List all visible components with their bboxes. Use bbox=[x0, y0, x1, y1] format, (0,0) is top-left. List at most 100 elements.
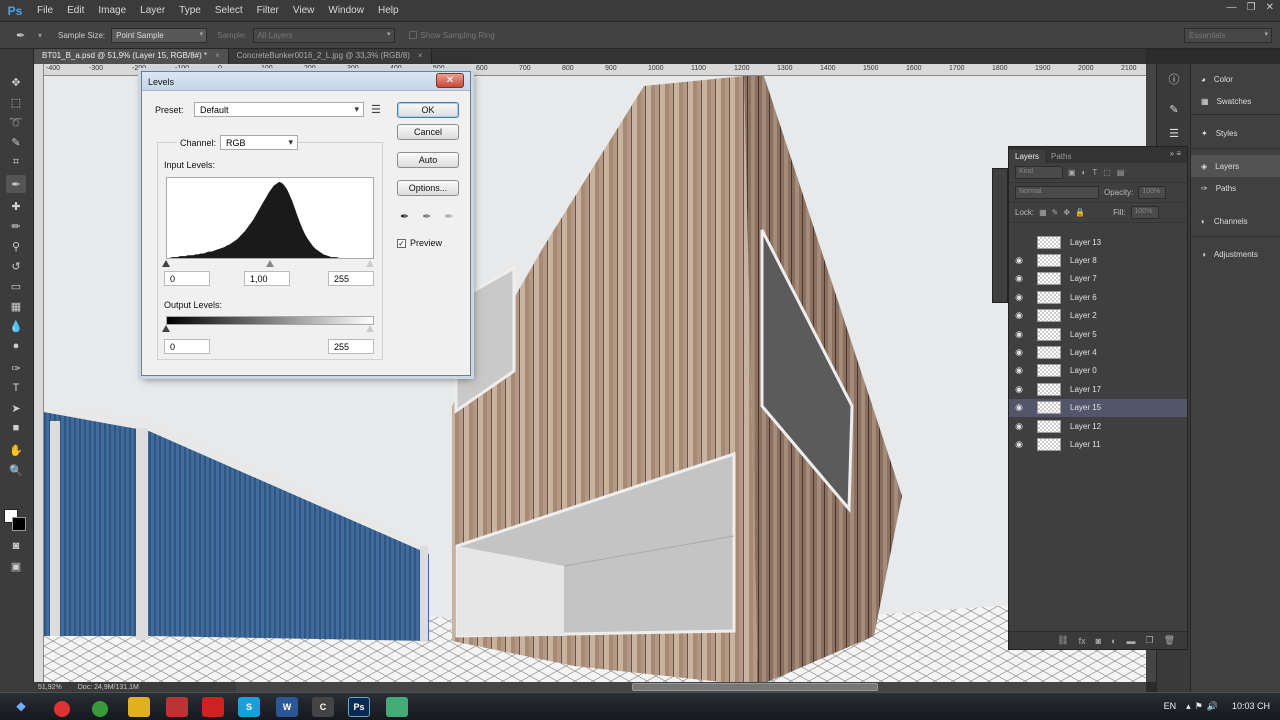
output-white-handle[interactable] bbox=[366, 325, 374, 332]
white-eyedropper-icon[interactable]: ✒ bbox=[444, 210, 453, 223]
preview-checkbox[interactable]: ✓ bbox=[397, 238, 406, 248]
black-eyedropper-icon[interactable]: ✒ bbox=[400, 210, 409, 223]
dialog-titlebar[interactable]: Levels ✕ bbox=[142, 72, 470, 91]
layer-row[interactable]: ◉ Layer 15 bbox=[1009, 398, 1187, 417]
language-indicator[interactable]: EN bbox=[1164, 701, 1177, 712]
eraser-tool-icon[interactable]: ▭ bbox=[6, 277, 26, 295]
menu-window[interactable]: Window bbox=[321, 5, 371, 16]
panel-swatches[interactable]: ▦ Swatches bbox=[1191, 90, 1280, 112]
layer-thumbnail[interactable] bbox=[1037, 401, 1061, 415]
menu-image[interactable]: Image bbox=[91, 5, 133, 16]
panel-channels[interactable]: ◐ Channels bbox=[1191, 210, 1280, 232]
sample-size-select[interactable]: Point Sample bbox=[111, 27, 208, 43]
link-icon[interactable]: ⛓ bbox=[1057, 635, 1068, 646]
history-brush-tool-icon[interactable]: ↺ bbox=[6, 257, 26, 275]
layer-row[interactable]: ◉ Layer 6 bbox=[1009, 288, 1187, 306]
adjustment-icon[interactable]: ◐ bbox=[1111, 636, 1116, 646]
app-icon[interactable]: C bbox=[312, 697, 334, 717]
layer-thumbnail[interactable] bbox=[1037, 382, 1061, 396]
marquee-tool-icon[interactable]: ⬚ bbox=[6, 93, 26, 111]
visibility-eye-icon[interactable]: ◉ bbox=[1009, 310, 1029, 321]
trash-icon[interactable]: 🗑 bbox=[1164, 635, 1175, 646]
mask-icon[interactable]: ◙ bbox=[1096, 636, 1101, 646]
close-button[interactable]: ✕ bbox=[1266, 2, 1274, 13]
doc-tab-concrete[interactable]: ConcreteBunker0016_2_L.jpg @ 33,3% (RGB/… bbox=[228, 49, 432, 64]
skype-icon[interactable]: S bbox=[238, 697, 260, 717]
visibility-eye-icon[interactable]: ◉ bbox=[1009, 347, 1029, 358]
visibility-eye-icon[interactable]: ◉ bbox=[1009, 402, 1029, 413]
scroll-thumb[interactable] bbox=[632, 683, 878, 691]
dialog-close-button[interactable]: ✕ bbox=[436, 73, 464, 88]
app-icon[interactable] bbox=[166, 697, 188, 717]
panel-layers[interactable]: ◈ Layers bbox=[1191, 155, 1280, 177]
layer-name[interactable]: Layer 17 bbox=[1070, 385, 1101, 394]
menu-layer[interactable]: Layer bbox=[133, 5, 172, 16]
panel-color[interactable]: ◕ Color bbox=[1191, 68, 1280, 90]
layer-row[interactable]: ◉ Layer 5 bbox=[1009, 325, 1187, 343]
layer-name[interactable]: Layer 8 bbox=[1070, 256, 1097, 265]
tab-paths[interactable]: Paths bbox=[1045, 150, 1077, 163]
menu-file[interactable]: File bbox=[30, 5, 60, 16]
preset-options-icon[interactable]: ☰ bbox=[371, 103, 381, 116]
eyedropper-tool-icon[interactable]: ✒ bbox=[16, 29, 38, 42]
ok-button[interactable]: OK bbox=[397, 102, 459, 118]
info-icon[interactable]: ⓘ bbox=[1167, 72, 1181, 86]
visibility-eye-icon[interactable]: ◉ bbox=[1009, 439, 1029, 450]
photoshop-taskbar-icon[interactable]: Ps bbox=[348, 697, 370, 717]
crop-tool-icon[interactable]: ⌗ bbox=[6, 153, 26, 171]
app-icon[interactable] bbox=[386, 697, 408, 717]
opacity-field[interactable]: 100% bbox=[1138, 186, 1167, 199]
layer-row[interactable]: ◉ Layer 8 bbox=[1009, 251, 1187, 269]
layer-row[interactable]: ◉ Layer 12 bbox=[1009, 417, 1187, 435]
move-tool-icon[interactable]: ✥ bbox=[6, 73, 26, 91]
lock-icons[interactable]: ▦✎✥🔒 bbox=[1039, 208, 1090, 217]
tray-icons[interactable]: ▴⚑🔊 bbox=[1186, 701, 1222, 712]
visibility-eye-icon[interactable]: ◉ bbox=[1009, 292, 1029, 303]
input-white-handle[interactable] bbox=[366, 260, 374, 267]
cancel-button[interactable]: Cancel bbox=[397, 124, 459, 140]
blend-mode-select[interactable]: Normal bbox=[1015, 186, 1099, 199]
type-tool-icon[interactable]: T bbox=[6, 379, 26, 397]
fx-icon[interactable]: fx bbox=[1079, 636, 1086, 646]
auto-button[interactable]: Auto bbox=[397, 152, 459, 168]
layer-name[interactable]: Layer 6 bbox=[1070, 293, 1097, 302]
path-select-tool-icon[interactable]: ➤ bbox=[6, 399, 26, 417]
output-white-field[interactable]: 255 bbox=[328, 339, 374, 354]
sample-select[interactable]: All Layers bbox=[252, 27, 395, 43]
output-black-handle[interactable] bbox=[162, 325, 170, 332]
fill-field[interactable]: 100% bbox=[1130, 206, 1159, 219]
pen-tool-icon[interactable]: ✑ bbox=[6, 359, 26, 377]
healing-brush-tool-icon[interactable]: ✚ bbox=[6, 197, 26, 215]
shape-tool-icon[interactable]: ■ bbox=[6, 419, 26, 437]
start-button-icon[interactable]: ❖ bbox=[10, 697, 32, 717]
panel-menu-icon[interactable]: » ≡ bbox=[1170, 149, 1181, 158]
panel-styles[interactable]: ✦ Styles bbox=[1191, 122, 1280, 144]
layer-thumbnail[interactable] bbox=[1037, 253, 1061, 267]
dodge-tool-icon[interactable]: ● bbox=[6, 337, 26, 355]
screen-mode-icon[interactable]: ▣ bbox=[6, 557, 26, 575]
layer-row[interactable]: ◉ Layer 17 bbox=[1009, 380, 1187, 398]
stamp-tool-icon[interactable]: ⚲ bbox=[6, 237, 26, 255]
properties-icon[interactable]: ☰ bbox=[1167, 126, 1181, 140]
restore-button[interactable]: ❐ bbox=[1247, 2, 1256, 13]
menu-filter[interactable]: Filter bbox=[250, 5, 286, 16]
folder-icon[interactable] bbox=[128, 697, 150, 717]
layer-row[interactable]: ◉ Layer 11 bbox=[1009, 435, 1187, 453]
workspace-select[interactable]: Essentials bbox=[1184, 28, 1272, 43]
preview-toggle[interactable]: ✓ Preview bbox=[397, 238, 442, 248]
brush-presets-icon[interactable]: ✎ bbox=[1167, 102, 1181, 116]
layer-name[interactable]: Layer 5 bbox=[1070, 330, 1097, 339]
layer-name[interactable]: Layer 13 bbox=[1070, 238, 1101, 247]
layer-name[interactable]: Layer 0 bbox=[1070, 366, 1097, 375]
properties-panel-collapsed[interactable] bbox=[992, 168, 1008, 303]
layer-thumbnail[interactable] bbox=[1037, 290, 1061, 304]
visibility-eye-icon[interactable]: ◉ bbox=[1009, 365, 1029, 376]
menu-help[interactable]: Help bbox=[371, 5, 406, 16]
input-gamma-handle[interactable] bbox=[266, 260, 274, 267]
show-ring-checkbox[interactable] bbox=[408, 31, 417, 39]
app-icon[interactable] bbox=[92, 701, 108, 717]
layer-thumbnail[interactable] bbox=[1037, 309, 1061, 323]
channel-select[interactable]: RGB bbox=[220, 135, 298, 150]
visibility-eye-icon[interactable]: ◉ bbox=[1009, 421, 1029, 432]
output-black-field[interactable]: 0 bbox=[164, 339, 210, 354]
